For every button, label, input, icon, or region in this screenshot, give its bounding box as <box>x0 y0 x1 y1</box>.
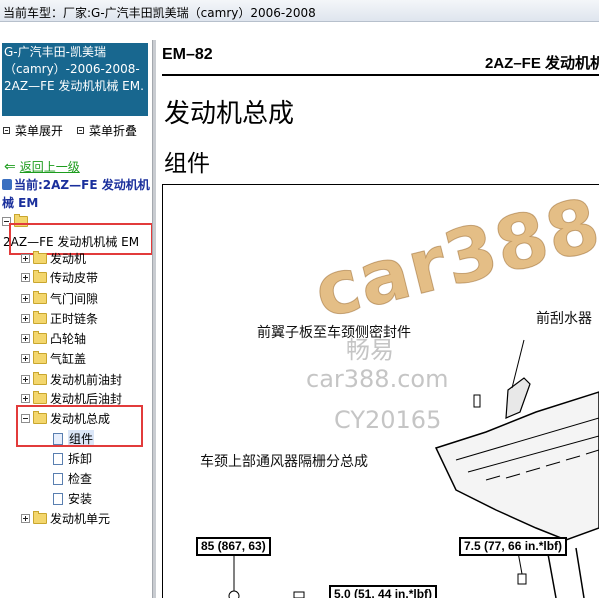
highlight-box-assembly <box>16 405 143 447</box>
clip-shape <box>473 394 481 408</box>
tree-item-inspection[interactable]: 检查 <box>53 470 92 487</box>
folder-icon <box>33 291 47 304</box>
left-nav-panel: G-广汽丰田-凯美瑞（camry）-2006-2008- 2AZ—FE 发动机机… <box>0 40 152 598</box>
expand-all-button[interactable]: 菜单展开 <box>3 122 63 139</box>
seal-part-shape <box>505 377 531 419</box>
bolt-shape <box>517 573 527 585</box>
bolt-shape <box>293 591 305 598</box>
tree-item-timing-chain[interactable]: 正时链条 <box>21 310 98 327</box>
back-arrow-icon: ⇐ <box>4 158 16 175</box>
collapse-square-icon <box>77 127 84 134</box>
expand-toggle-icon <box>21 514 30 523</box>
nav-title-box: G-广汽丰田-凯美瑞（camry）-2006-2008- 2AZ—FE 发动机机… <box>2 43 148 116</box>
callout-cowl-louver: 车颈上部通风器隔栅分总成 <box>200 454 368 470</box>
tree-item-front-oil-seal[interactable]: 发动机前油封 <box>21 371 122 388</box>
folder-icon <box>33 311 47 324</box>
computer-icon <box>2 179 12 190</box>
tree-item-valve-clearance[interactable]: 气门间隙 <box>21 290 98 307</box>
tree-item-cylinder-head[interactable]: 气缸盖 <box>21 350 86 367</box>
expand-toggle-icon <box>21 375 30 384</box>
current-location: 当前:2AZ—FE 发动机机械 EM <box>2 178 150 210</box>
tree-item-camshaft[interactable]: 凸轮轴 <box>21 330 86 347</box>
torque-spec-7-5: 7.5 (77, 66 in.*lbf) <box>459 537 568 556</box>
folder-icon <box>33 351 47 364</box>
callout-wiper: 前刮水器 <box>536 311 592 327</box>
expand-toggle-icon <box>21 354 30 363</box>
current-model-label: 当前车型：厂家:G-广汽丰田凯美瑞（camry）2006-2008 <box>3 6 316 20</box>
tree-item-removal[interactable]: 拆卸 <box>53 450 92 467</box>
folder-icon <box>33 331 47 344</box>
components-diagram <box>228 339 599 598</box>
document-icon <box>53 472 63 485</box>
folder-icon <box>33 251 47 264</box>
tree-item-drive-belt[interactable]: 传动皮带 <box>21 269 98 286</box>
folder-icon <box>33 372 47 385</box>
expand-toggle-icon <box>21 254 30 263</box>
top-bar: 当前车型：厂家:G-广汽丰田凯美瑞（camry）2006-2008 <box>0 0 599 22</box>
expand-toggle-icon <box>21 314 30 323</box>
callout-fender-seal: 前翼子板至车颈侧密封件 <box>257 325 411 341</box>
expand-toggle-icon <box>21 273 30 282</box>
document-icon <box>53 492 63 505</box>
cowl-panel-shape <box>434 391 599 541</box>
collapse-all-button[interactable]: 菜单折叠 <box>77 122 137 139</box>
torque-spec-85: 85 (867, 63) <box>196 537 271 556</box>
folder-icon <box>33 270 47 283</box>
torque-spec-5-0: 5.0 (51, 44 in.*lbf) <box>329 585 438 598</box>
tree-item-installation[interactable]: 安装 <box>53 490 92 507</box>
bolt-shape <box>228 590 240 598</box>
back-link[interactable]: ⇐ 返回上一级 <box>4 158 80 175</box>
expand-toggle-icon <box>21 394 30 403</box>
folder-icon <box>33 391 47 404</box>
expand-square-icon <box>3 127 10 134</box>
tree-item-engine-unit[interactable]: 发动机单元 <box>21 510 110 527</box>
tree-item-engine[interactable]: 发动机 <box>21 250 86 267</box>
expand-toggle-icon <box>21 294 30 303</box>
folder-icon <box>33 511 47 524</box>
document-viewer: EM–82 2AZ–FE 发动机机 发动机总成 组件 前翼子板至车颈侧密封件 前… <box>156 40 599 598</box>
expand-toggle-icon <box>21 334 30 343</box>
document-icon <box>53 452 63 465</box>
